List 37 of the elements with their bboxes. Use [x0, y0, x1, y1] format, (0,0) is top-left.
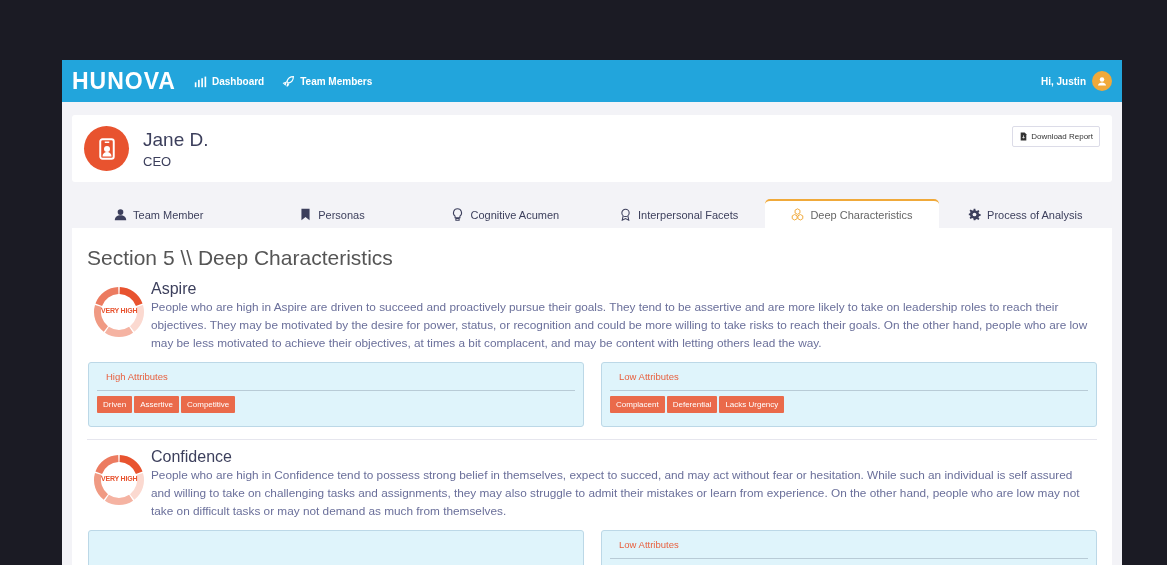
rating-donut	[93, 286, 145, 338]
person-icon	[114, 208, 127, 221]
tab[interactable]: Cognitive Acumen	[418, 199, 592, 228]
trait-description: People who are high in Confidence tend to possess strong belief in themselves, expect to succed, and may act without fear or hesitation. While such an individual is self assured and willing to take on challenging tasks and assignments, they may also struggle to admit their mistakes or learn from experience. On the other hand, people who are low may not take on difficult tasks or may not demand as much from themselves.	[151, 467, 1081, 520]
section-heading: Section 5 \\ Deep Characteristics	[87, 246, 394, 270]
rocket-icon	[282, 74, 296, 88]
attributes-heading: Low Attributes	[610, 371, 1088, 391]
tab[interactable]: Interpersonal Facets	[592, 199, 766, 228]
file-download-icon	[1019, 132, 1029, 141]
attribute-tag: Deferential	[666, 396, 718, 413]
tab[interactable]: Personas	[245, 199, 419, 228]
trait-description: People who are high in Aspire are driven to succeed and proactively pursue their goals. They tend to be assertive and are more likely to take on leadership roles to reach their objectives. They may be motivated by the desire for power, status, or recognition and could be more willing to take risks to reach their goals. On the other hand, people who are low may be less motivated to achieve their objectives, at times a bit complacent, and may be content with letting others lead the way.	[151, 299, 1089, 352]
tab[interactable]: Process of Analysis	[938, 199, 1112, 228]
attribute-tag: Competitive	[181, 396, 236, 413]
lightbulb-icon	[451, 208, 465, 221]
attributes-heading: High Attributes	[97, 371, 575, 391]
bar-chart-icon	[193, 74, 207, 88]
rating-donut	[93, 454, 145, 506]
attributes-heading: Low Attributes	[610, 539, 1088, 559]
settings-icon	[968, 208, 982, 221]
attribute-tag: Assertive	[134, 396, 180, 413]
attribute-tag: Lacks Urgency	[719, 396, 785, 413]
award-icon	[619, 208, 632, 221]
profile-name: Jane D.	[143, 128, 209, 151]
greeting-text: Hi, Justin	[1041, 75, 1086, 87]
download-report-button[interactable]: Download Report	[1012, 126, 1100, 147]
user-avatar[interactable]	[1092, 71, 1112, 91]
attribute-tag: Driven	[97, 396, 133, 413]
profile-role: CEO	[143, 153, 173, 169]
user-icon	[1096, 75, 1108, 87]
cubes-icon	[791, 208, 805, 221]
tab[interactable]: Team Member	[72, 199, 246, 228]
trait-title: Aspire	[151, 280, 198, 298]
bookmark-icon	[299, 208, 313, 221]
attribute-tag: Complacent	[610, 396, 665, 413]
trait-title: Confidence	[151, 448, 233, 466]
tab[interactable]: Deep Characteristics	[765, 199, 939, 228]
